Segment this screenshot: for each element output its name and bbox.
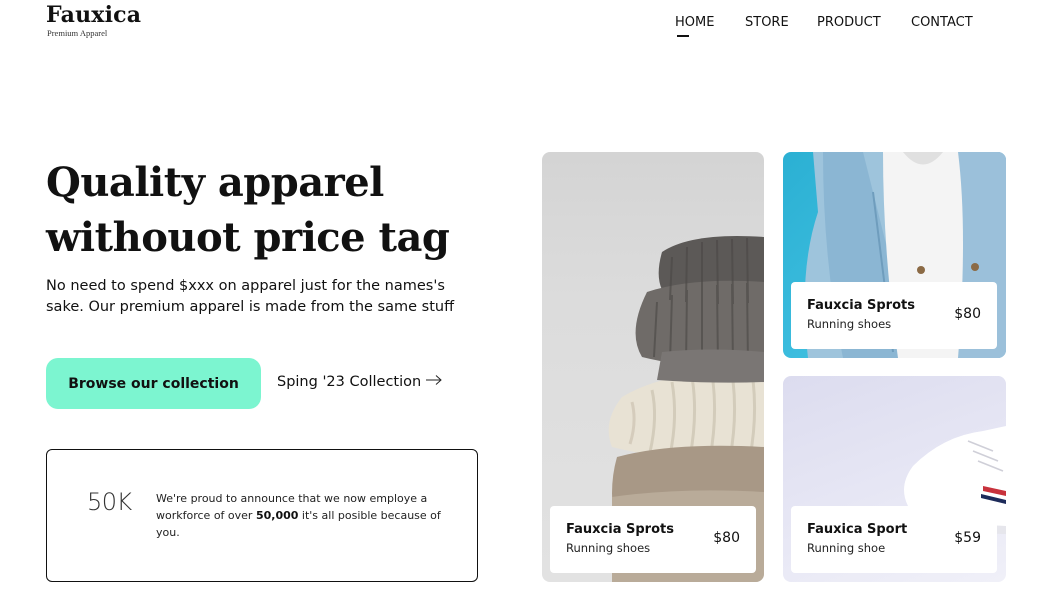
stat-description: We're proud to announce that we now empl… xyxy=(156,490,446,541)
product-type: Running shoe xyxy=(807,541,886,555)
stat-number: 50K xyxy=(87,488,132,516)
main-nav: HOME STORE PRODUCT CONTACT xyxy=(0,15,1049,39)
hero-subtitle: No need to spend $xxx on apparel just fo… xyxy=(46,278,455,315)
arrow-right-icon xyxy=(425,374,443,386)
product-type: Running shoes xyxy=(807,317,892,331)
nav-item-home[interactable]: HOME xyxy=(675,15,714,30)
product-price: $80 xyxy=(713,530,740,546)
product-card-sweaters[interactable]: Fauxcia Sprots Running shoes $80 xyxy=(542,152,764,582)
nav-item-store[interactable]: STORE xyxy=(745,15,789,30)
product-type: Running shoes xyxy=(566,541,651,555)
nav-active-indicator xyxy=(677,35,689,37)
product-card-jacket[interactable]: Fauxcia Sprots Running shoes $80 xyxy=(783,152,1006,358)
product-info: Fauxcia Sprots Running shoes $80 xyxy=(550,506,756,573)
nav-item-product[interactable]: PRODUCT xyxy=(817,15,881,30)
stat-text-bold: 50,000 xyxy=(255,509,299,522)
product-price: $59 xyxy=(954,530,981,546)
product-price: $80 xyxy=(954,306,981,322)
browse-collection-button[interactable]: Browse our collection xyxy=(46,358,261,409)
hero-title-line2: withouot price tag xyxy=(46,214,450,261)
spring-collection-link[interactable]: Sping '23 Collection xyxy=(277,374,443,390)
product-name: Fauxica Sport xyxy=(807,522,908,537)
product-name: Fauxcia Sprots xyxy=(566,522,674,537)
employee-stats-card: 50K We're proud to announce that we now … xyxy=(46,449,478,582)
product-info: Fauxica Sport Running shoe $59 xyxy=(791,506,997,573)
product-card-sneaker[interactable]: Fauxica Sport Running shoe $59 xyxy=(783,376,1006,582)
spring-collection-label: Sping '23 Collection xyxy=(277,374,422,390)
hero-title: Quality apparel withouot price tag xyxy=(46,155,450,265)
product-info: Fauxcia Sprots Running shoes $80 xyxy=(791,282,997,349)
nav-item-contact[interactable]: CONTACT xyxy=(911,15,973,30)
product-name: Fauxcia Sprots xyxy=(807,298,915,313)
hero-title-line1: Quality apparel xyxy=(46,159,384,206)
